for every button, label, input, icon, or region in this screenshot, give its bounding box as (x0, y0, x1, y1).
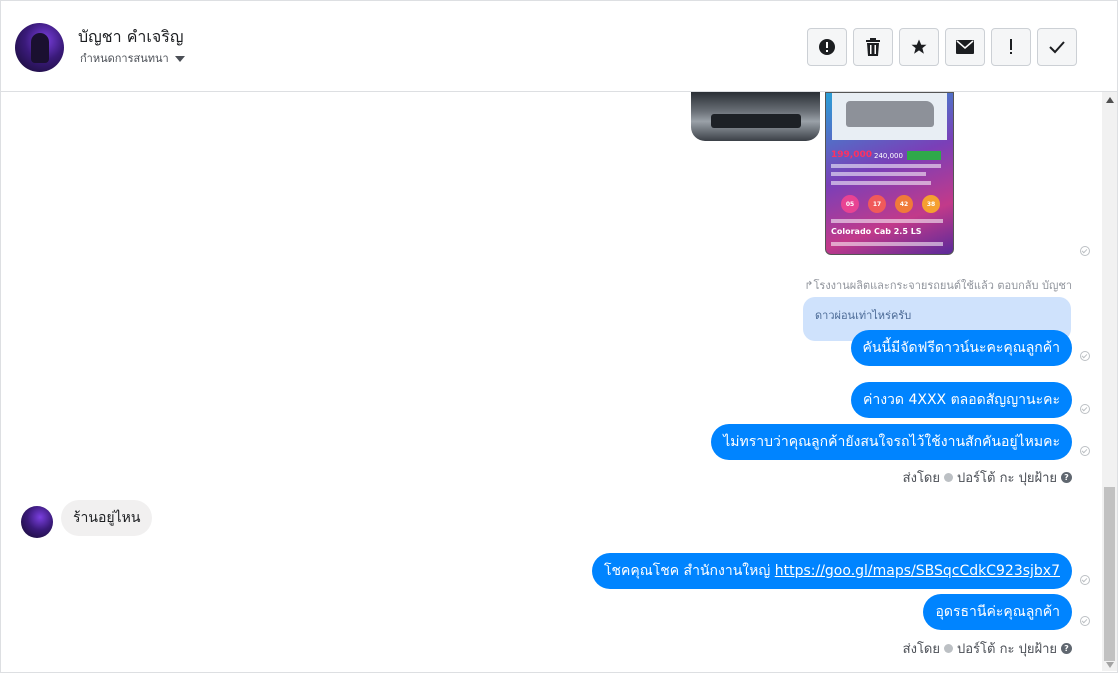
scroll-down-arrow-icon[interactable] (1106, 662, 1114, 668)
outgoing-message[interactable]: ค่างวด 4XXX ตลอดสัญญานะคะ (850, 382, 1072, 418)
listing-price: 199,000 (831, 150, 872, 160)
seen-check-icon (1080, 446, 1090, 456)
reply-note: ↱โรงงานผลิตและกระจายรถยนต์ใช้แล้ว ตอบกลั… (804, 279, 1072, 292)
sent-by-prefix: ส่งโดย (902, 642, 940, 657)
contact-avatar[interactable] (15, 23, 64, 72)
envelope-icon (956, 40, 974, 54)
exclamation-icon (1010, 39, 1012, 54)
seen-check-icon (1080, 404, 1090, 414)
conversation-header: บัญชา คำเจริญ กำหนดการสนทนา (1, 1, 1117, 92)
sent-by-info: ส่งโดย ปอร์โต้ กะ ปุยฝ้าย ? (903, 467, 1072, 488)
outgoing-message[interactable]: ไม่ทราบว่าคุณลูกค้ายังสนใจรถไว้ใช้งานสัก… (711, 424, 1072, 460)
trash-icon (866, 38, 880, 56)
spam-button[interactable] (991, 28, 1031, 66)
sent-by-info: ส่งโดย ปอร์โต้ กะ ปุยฝ้าย ? (903, 638, 1072, 659)
caret-down-icon (174, 55, 185, 62)
listing-model: Colorado Cab 2.5 LS (831, 227, 922, 236)
message-text: โชคคุณโชค สำนักงานใหญ่ (603, 563, 775, 579)
seen-check-icon (1080, 575, 1090, 585)
outgoing-message[interactable]: คันนี้มีจัดฟรีดาวน์นะคะคุณลูกค้า (850, 330, 1072, 366)
alert-button[interactable] (807, 28, 847, 66)
seen-check-icon (1080, 246, 1090, 256)
listing-number: 17 (868, 195, 886, 213)
incoming-message[interactable]: ร้านอยู่ไหน (61, 500, 153, 536)
agent-status-icon (944, 473, 953, 482)
star-button[interactable] (899, 28, 939, 66)
assign-label: กำหนดการสนทนา (80, 52, 169, 65)
action-toolbar (807, 28, 1077, 66)
car-listing-image[interactable]: 199,000 240,000 05 17 42 38 Colorado Cab… (825, 92, 954, 255)
checkmark-icon (1049, 41, 1065, 54)
listing-price-alt: 240,000 (874, 152, 903, 160)
assign-conversation-dropdown[interactable]: กำหนดการสนทนา (80, 49, 185, 67)
contact-name[interactable]: บัญชา คำเจริญ (78, 25, 183, 50)
done-button[interactable] (1037, 28, 1077, 66)
seen-check-icon (1080, 616, 1090, 626)
listing-number: 05 (841, 195, 859, 213)
scroll-up-arrow-icon[interactable] (1106, 97, 1114, 103)
outgoing-message-with-link[interactable]: โชคคุณโชค สำนักงานใหญ่ https://goo.gl/ma… (591, 553, 1072, 589)
agent-status-icon (944, 644, 953, 653)
mark-unread-button[interactable] (945, 28, 985, 66)
delete-button[interactable] (853, 28, 893, 66)
star-icon (911, 39, 927, 54)
contact-avatar-small[interactable] (21, 506, 53, 538)
outgoing-message[interactable]: อุดรธานีค่ะคุณลูกค้า (923, 594, 1072, 630)
listing-number: 38 (922, 195, 940, 213)
seen-check-icon (1080, 351, 1090, 361)
sent-by-prefix: ส่งโดย (902, 471, 940, 486)
help-icon[interactable]: ? (1061, 472, 1072, 483)
help-icon[interactable]: ? (1061, 643, 1072, 654)
sent-by-agent: ปอร์โต้ กะ ปุยฝ้าย (957, 471, 1057, 486)
scrollbar-thumb[interactable] (1104, 487, 1115, 661)
engine-photo[interactable] (691, 92, 820, 141)
listing-number: 42 (895, 195, 913, 213)
sent-by-agent: ปอร์โต้ กะ ปุยฝ้าย (957, 642, 1057, 657)
vertical-scrollbar[interactable] (1102, 92, 1117, 671)
maps-link[interactable]: https://goo.gl/maps/SBSqcCdkC923sjbx7 (775, 563, 1060, 579)
exclamation-circle-icon (819, 39, 835, 55)
